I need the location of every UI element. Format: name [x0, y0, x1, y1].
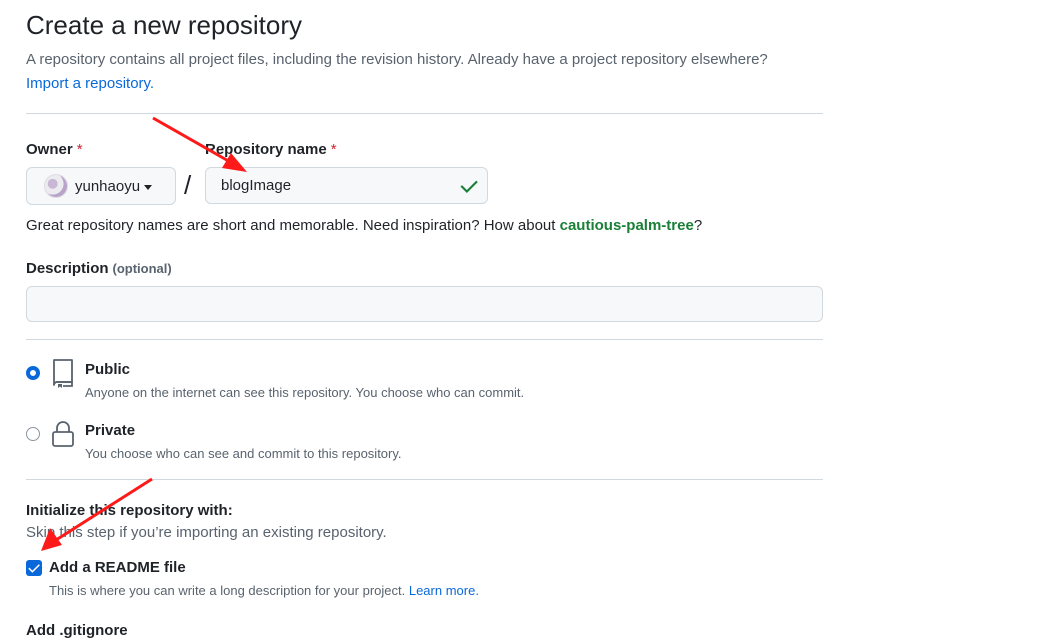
visibility-public-desc: Anyone on the internet can see this repo…	[85, 385, 525, 400]
divider	[26, 339, 823, 340]
owner-select-button[interactable]: yunhaoyu	[26, 167, 176, 205]
name-hint-suffix: ?	[693, 217, 703, 234]
lock-icon	[52, 421, 74, 447]
owner-label: Owner *	[26, 141, 83, 158]
lead-text: A repository contains all project files,…	[26, 48, 826, 96]
suggested-name-link[interactable]: cautious-palm-tree	[560, 217, 694, 234]
readme-desc: This is where you can write a long descr…	[49, 583, 479, 598]
visibility-public-radio[interactable]	[26, 366, 40, 380]
owner-value: yunhaoyu	[75, 177, 141, 195]
repository-name-label: Repository name *	[205, 141, 337, 158]
visibility-private-desc: You choose who can see and commit to thi…	[85, 446, 402, 461]
name-hint-text: Great repository names are short and mem…	[26, 217, 560, 234]
repository-name-label-text: Repository name	[205, 141, 327, 158]
readme-label: Add a README file	[49, 559, 186, 576]
divider	[26, 479, 823, 480]
visibility-private-radio[interactable]	[26, 427, 40, 441]
check-icon	[460, 180, 478, 193]
owner-label-text: Owner	[26, 141, 73, 158]
required-mark: *	[330, 141, 337, 158]
caret-down-icon	[144, 184, 153, 190]
lead-description: A repository contains all project files,…	[26, 51, 768, 68]
init-title: Initialize this repository with:	[26, 502, 233, 519]
required-mark: *	[76, 141, 83, 158]
readme-checkbox[interactable]	[26, 560, 42, 576]
optional-tag: (optional)	[112, 261, 172, 276]
description-label: Description (optional)	[26, 260, 172, 277]
repo-book-icon	[53, 359, 73, 388]
check-icon	[28, 564, 40, 573]
owner-repo-separator: /	[184, 170, 192, 200]
avatar	[44, 174, 68, 198]
description-label-text: Description	[26, 260, 109, 277]
visibility-public-title: Public	[85, 361, 131, 378]
readme-desc-text: This is where you can write a long descr…	[49, 583, 406, 598]
repository-name-input[interactable]	[205, 167, 488, 204]
name-hint: Great repository names are short and mem…	[26, 217, 702, 234]
gitignore-label: Add .gitignore	[26, 622, 128, 639]
init-subtitle: Skip this step if you’re importing an ex…	[26, 524, 387, 541]
import-repository-link[interactable]: Import a repository.	[26, 75, 154, 92]
divider	[26, 113, 823, 114]
description-input[interactable]	[26, 286, 823, 322]
visibility-private-title: Private	[85, 422, 136, 439]
page-title: Create a new repository	[26, 10, 303, 40]
learn-more-link[interactable]: Learn more.	[409, 583, 479, 598]
